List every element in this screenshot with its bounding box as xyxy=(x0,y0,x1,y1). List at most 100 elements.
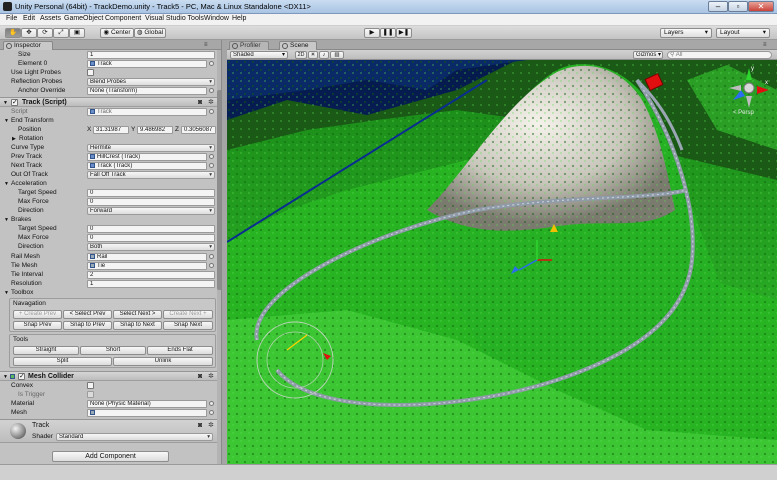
foldout-closed-icon[interactable]: ▶ xyxy=(12,136,16,142)
create-prev-button[interactable]: + Create Prev xyxy=(13,310,62,319)
axis-gizmo-svg[interactable] xyxy=(727,66,771,110)
gear-icon[interactable]: ✲ xyxy=(208,99,214,106)
audio-toggle[interactable]: ♪ xyxy=(319,51,329,59)
tab-scene[interactable]: Scene xyxy=(279,41,317,50)
acc-max-force-field[interactable]: 0 xyxy=(87,198,215,206)
mesh-field[interactable] xyxy=(87,409,207,417)
orientation-gizmo[interactable]: y x xyxy=(727,66,771,110)
pivot-toggle[interactable]: ◉ Center xyxy=(100,28,134,38)
scene-search-input[interactable]: ⚲ All xyxy=(667,51,772,59)
toolbox-row[interactable]: ▼ Toolbox xyxy=(0,288,221,297)
menu-help[interactable]: Help xyxy=(232,15,246,22)
menu-file[interactable]: File xyxy=(6,15,17,22)
unlink-button[interactable]: Unlink xyxy=(113,357,213,366)
help-icon[interactable]: ◙ xyxy=(198,422,202,429)
snap-to-prev-button[interactable]: Snap to Prev xyxy=(63,321,112,330)
physic-material-field[interactable]: None (Physic Material) xyxy=(87,400,207,408)
panel-menu-icon[interactable]: ≡ xyxy=(763,42,767,49)
menu-window[interactable]: Window xyxy=(204,15,229,22)
split-button[interactable]: Split xyxy=(13,357,112,366)
straight-button[interactable]: Straight xyxy=(13,346,79,355)
object-picker-icon[interactable] xyxy=(209,401,214,406)
position-z-field[interactable]: 0.3056087 xyxy=(181,126,216,134)
rail-mesh-field[interactable]: Rail xyxy=(87,253,207,261)
use-light-probes-checkbox[interactable] xyxy=(87,69,94,76)
short-button[interactable]: Short xyxy=(80,346,146,355)
pause-button[interactable]: ❚❚ xyxy=(380,28,396,38)
maximize-button[interactable]: ▫ xyxy=(728,1,748,12)
gear-icon[interactable]: ✲ xyxy=(208,422,214,429)
acc-target-speed-field[interactable]: 0 xyxy=(87,189,215,197)
foldout-open-icon[interactable]: ▼ xyxy=(4,118,9,124)
foldout-open-icon[interactable]: ▼ xyxy=(4,290,9,296)
menu-gameobject[interactable]: GameObject xyxy=(64,15,103,22)
foldout-open-icon[interactable]: ▼ xyxy=(3,100,8,106)
tie-mesh-field[interactable]: Tie xyxy=(87,262,207,270)
menu-assets[interactable]: Assets xyxy=(40,15,61,22)
create-next-button[interactable]: Create Next + xyxy=(163,310,213,319)
resolution-field[interactable]: 1 xyxy=(87,280,215,288)
brk-max-force-field[interactable]: 0 xyxy=(87,234,215,242)
brk-direction-dropdown[interactable]: Both xyxy=(87,243,215,251)
effects-toggle[interactable]: ▨ xyxy=(330,51,344,59)
menu-edit[interactable]: Edit xyxy=(23,15,35,22)
material-header[interactable]: Track Shader Standard ◙ ✲ xyxy=(0,419,217,443)
track-script-enabled-checkbox[interactable] xyxy=(11,98,18,106)
panel-menu-icon[interactable]: ≡ xyxy=(204,42,208,49)
2d-toggle[interactable]: 2D xyxy=(295,51,307,59)
snap-prev-button[interactable]: Snap Prev xyxy=(13,321,62,330)
rect-tool-button[interactable]: ▣ xyxy=(69,28,85,38)
object-picker-icon[interactable] xyxy=(209,263,214,268)
foldout-open-icon[interactable]: ▼ xyxy=(4,181,9,187)
scale-tool-button[interactable]: ⤢ xyxy=(53,28,69,38)
object-picker-icon[interactable] xyxy=(209,88,214,93)
snap-next-button[interactable]: Snap Next xyxy=(163,321,213,330)
end-transform-row[interactable]: ▼ End Transform xyxy=(0,116,221,125)
shading-mode-dropdown[interactable]: Shaded ▾ xyxy=(230,51,288,59)
reflection-probes-dropdown[interactable]: Blend Probes xyxy=(87,78,215,86)
element-field[interactable]: Track xyxy=(87,60,207,68)
object-picker-icon[interactable] xyxy=(209,163,214,168)
add-component-button[interactable]: Add Component xyxy=(52,451,169,462)
curve-type-dropdown[interactable]: Hermite xyxy=(87,144,215,152)
convex-checkbox[interactable] xyxy=(87,382,94,389)
menu-visual-studio-tools[interactable]: Visual Studio Tools xyxy=(145,15,204,22)
lighting-toggle[interactable]: ☀ xyxy=(308,51,318,59)
shader-dropdown[interactable]: Standard xyxy=(56,433,213,441)
close-button[interactable]: ✕ xyxy=(748,1,774,12)
rotate-tool-button[interactable]: ⟳ xyxy=(37,28,53,38)
brk-target-speed-field[interactable]: 0 xyxy=(87,225,215,233)
rotation-row[interactable]: ▶ Rotation xyxy=(0,134,221,143)
space-toggle[interactable]: ◍ Global xyxy=(134,28,166,38)
step-button[interactable]: ▶❚ xyxy=(396,28,412,38)
persp-label[interactable]: < Persp xyxy=(733,110,754,116)
mesh-collider-header[interactable]: ▼ Mesh Collider ◙ ✲ xyxy=(0,371,221,381)
select-next-button[interactable]: Select Next > xyxy=(113,310,162,319)
move-tool-button[interactable]: ✥ xyxy=(21,28,37,38)
anchor-override-field[interactable]: None (Transform) xyxy=(87,87,207,95)
gear-icon[interactable]: ✲ xyxy=(208,373,214,380)
minimize-button[interactable]: – xyxy=(708,1,728,12)
tab-inspector[interactable]: Inspector xyxy=(3,41,53,50)
size-field[interactable]: 1 xyxy=(87,51,215,59)
help-icon[interactable]: ◙ xyxy=(198,373,202,380)
help-icon[interactable]: ◙ xyxy=(198,99,202,106)
object-picker-icon[interactable] xyxy=(209,410,214,415)
acceleration-row[interactable]: ▼ Acceleration xyxy=(0,179,221,188)
position-x-field[interactable]: 31.31987 xyxy=(93,126,129,134)
select-prev-button[interactable]: < Select Prev xyxy=(63,310,112,319)
layout-dropdown[interactable]: Layout ▾ xyxy=(716,28,770,38)
foldout-open-icon[interactable]: ▼ xyxy=(4,217,9,223)
tab-profiler[interactable]: Profiler xyxy=(229,41,269,50)
object-picker-icon[interactable] xyxy=(209,61,214,66)
mesh-collider-enabled-checkbox[interactable] xyxy=(18,372,25,380)
brakes-row[interactable]: ▼ Brakes xyxy=(0,215,221,224)
ends-flat-button[interactable]: Ends Flat xyxy=(147,346,213,355)
position-y-field[interactable]: 9.486982 xyxy=(137,126,173,134)
object-picker-icon[interactable] xyxy=(209,154,214,159)
hand-tool-button[interactable]: ✋ xyxy=(5,28,21,38)
track-script-header[interactable]: ▼ Track (Script) ◙ ✲ xyxy=(0,97,221,107)
menu-component[interactable]: Component xyxy=(105,15,141,22)
foldout-open-icon[interactable]: ▼ xyxy=(3,374,8,380)
next-track-field[interactable]: Track (Track) xyxy=(87,162,207,170)
